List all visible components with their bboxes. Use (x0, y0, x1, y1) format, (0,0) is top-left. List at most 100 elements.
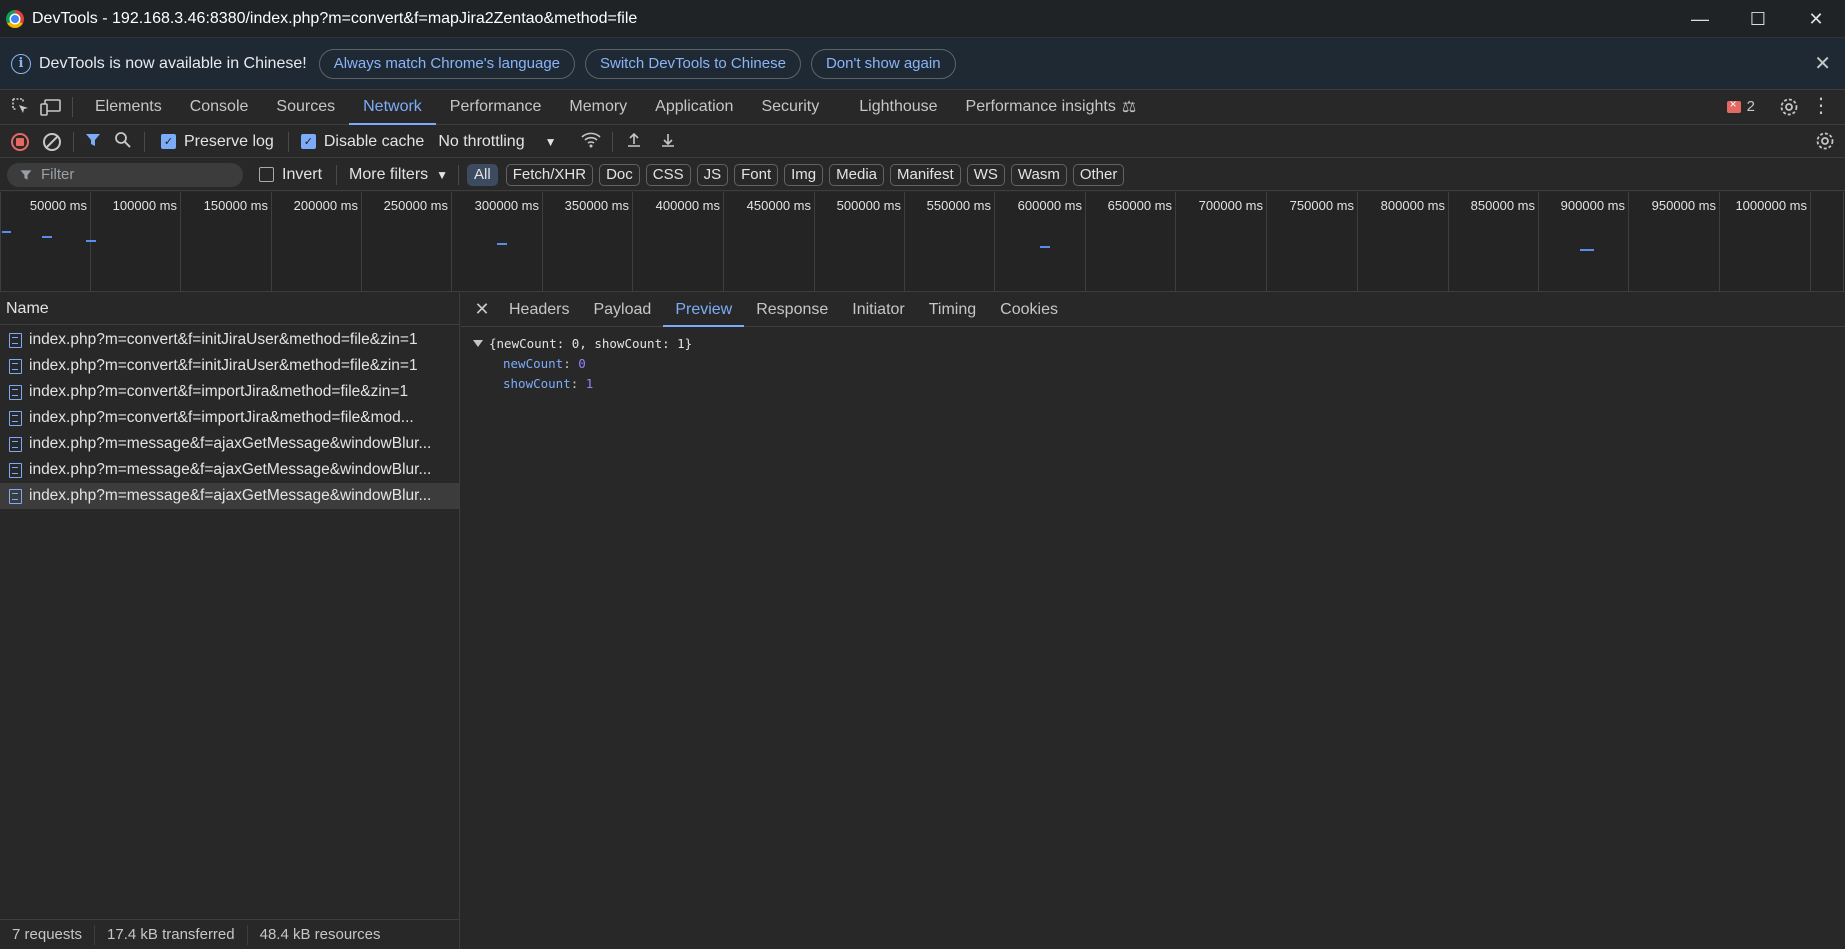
document-icon (9, 410, 22, 426)
chip-other[interactable]: Other (1072, 163, 1125, 186)
tab-memory[interactable]: Memory (555, 90, 641, 125)
maximize-icon[interactable]: ☐ (1729, 0, 1787, 38)
json-colon: : (570, 375, 586, 391)
tick-label: 350000 ms (564, 198, 629, 213)
filter-funnel-icon[interactable] (84, 131, 102, 153)
export-har-icon[interactable] (659, 131, 677, 153)
json-root-node[interactable]: {newCount: 0, showCount: 1} (461, 333, 1845, 353)
chip-doc[interactable]: Doc (599, 163, 640, 186)
request-bar (42, 236, 52, 238)
tab-performance-insights[interactable]: Performance insights ⚖ (952, 90, 1151, 125)
clear-icon[interactable] (43, 132, 61, 151)
request-row[interactable]: index.php?m=message&f=ajaxGetMessage&win… (0, 431, 459, 457)
chip-img[interactable]: Img (784, 163, 824, 186)
match-language-button[interactable]: Always match Chrome's language (318, 48, 576, 79)
filter-input[interactable]: Filter (7, 162, 243, 187)
tab-timing[interactable]: Timing (917, 293, 988, 327)
chip-wasm[interactable]: Wasm (1010, 163, 1067, 186)
request-row[interactable]: index.php?m=convert&f=importJira&method=… (0, 405, 459, 431)
request-name: index.php?m=message&f=ajaxGetMessage&win… (29, 435, 432, 452)
tab-response[interactable]: Response (744, 293, 840, 327)
stop-recording-icon[interactable] (11, 132, 29, 151)
timeline-overview[interactable]: 50000 ms 100000 ms 150000 ms 200000 ms 2… (0, 192, 1845, 292)
resources-size: 48.4 kB resources (259, 926, 381, 943)
search-icon[interactable] (114, 131, 132, 153)
request-name: index.php?m=message&f=ajaxGetMessage&win… (29, 487, 432, 504)
chip-js[interactable]: JS (696, 163, 729, 186)
tab-console[interactable]: Console (176, 90, 263, 125)
disable-cache-checkbox[interactable]: ✓ Disable cache (300, 132, 425, 151)
tab-cookies[interactable]: Cookies (988, 293, 1070, 327)
invert-checkbox[interactable]: Invert (259, 166, 322, 184)
close-detail-icon[interactable]: ✕ (467, 293, 497, 327)
throttling-select[interactable]: No throttling ▼ (438, 133, 556, 151)
switch-chinese-button[interactable]: Switch DevTools to Chinese (585, 48, 801, 79)
network-settings-gear-icon[interactable] (1815, 131, 1835, 155)
tick-label: 750000 ms (1289, 198, 1354, 213)
tab-lighthouse[interactable]: Lighthouse (845, 90, 951, 125)
chevron-down-icon: ▼ (544, 134, 557, 149)
device-toolbar-icon[interactable] (38, 94, 64, 120)
chip-ws[interactable]: WS (966, 163, 1005, 186)
filter-icon (20, 169, 32, 180)
toolbar-divider (144, 131, 145, 152)
more-filters-dropdown[interactable]: More filters ▼ (349, 166, 448, 184)
tab-preview[interactable]: Preview (663, 293, 745, 327)
name-column-header[interactable]: Name (0, 293, 459, 325)
json-key: showCount (503, 375, 571, 391)
tab-performance[interactable]: Performance (436, 90, 556, 125)
json-preview: {newCount: 0, showCount: 1} newCount: 0 … (461, 327, 1845, 393)
transferred-size: 17.4 kB transferred (95, 924, 248, 945)
chip-media[interactable]: Media (829, 163, 884, 186)
network-summary-bar: 7 requests 17.4 kB transferred 48.4 kB r… (0, 919, 459, 949)
network-conditions-icon[interactable] (580, 131, 602, 153)
request-row[interactable]: index.php?m=convert&f=initJiraUser&metho… (0, 353, 459, 379)
tab-network[interactable]: Network (349, 90, 436, 125)
error-counter[interactable]: 2 (1726, 97, 1755, 115)
document-icon (9, 462, 22, 478)
request-row-selected[interactable]: index.php?m=message&f=ajaxGetMessage&win… (0, 483, 459, 509)
tab-elements[interactable]: Elements (81, 90, 176, 125)
request-bar (497, 243, 507, 245)
tab-application[interactable]: Application (641, 90, 747, 125)
chip-font[interactable]: Font (734, 163, 779, 186)
tab-payload[interactable]: Payload (581, 293, 663, 327)
inspect-element-icon[interactable] (8, 94, 34, 120)
tab-security[interactable]: Security (747, 90, 833, 125)
tick-label: 100000 ms (112, 198, 177, 213)
tick-label: 850000 ms (1470, 198, 1535, 213)
minimize-icon[interactable]: — (1671, 0, 1729, 38)
tick-label: 200000 ms (293, 198, 358, 213)
import-har-icon[interactable] (625, 131, 643, 153)
request-row[interactable]: index.php?m=message&f=ajaxGetMessage&win… (0, 457, 459, 483)
infobar-message: DevTools is now available in Chinese! (39, 54, 307, 72)
settings-gear-icon[interactable] (1779, 97, 1799, 121)
request-bar (1580, 249, 1594, 251)
tick-label: 400000 ms (655, 198, 720, 213)
request-row[interactable]: index.php?m=convert&f=importJira&method=… (0, 379, 459, 405)
chip-manifest[interactable]: Manifest (890, 163, 961, 186)
checkbox-unchecked-icon (259, 167, 274, 182)
chip-all[interactable]: All (467, 163, 498, 186)
chip-fetch-xhr[interactable]: Fetch/XHR (505, 163, 594, 186)
more-options-icon[interactable]: ⋮ (1811, 96, 1831, 116)
toolbar-divider (73, 131, 74, 152)
error-icon (1726, 97, 1741, 113)
tab-headers[interactable]: Headers (497, 293, 581, 327)
tab-initiator[interactable]: Initiator (840, 293, 916, 327)
request-row[interactable]: index.php?m=convert&f=initJiraUser&metho… (0, 327, 459, 353)
tick-label: 1000000 ms (1735, 198, 1807, 213)
info-icon: i (11, 53, 31, 74)
close-icon[interactable]: ✕ (1787, 0, 1845, 38)
tab-sources[interactable]: Sources (262, 90, 349, 125)
chip-css[interactable]: CSS (645, 163, 691, 186)
request-count: 7 requests (0, 924, 96, 945)
infobar-close-icon[interactable]: ✕ (1814, 51, 1831, 76)
preserve-log-checkbox[interactable]: ✓ Preserve log (161, 133, 274, 151)
tick-label: 800000 ms (1380, 198, 1445, 213)
json-key: newCount (503, 355, 564, 371)
disable-cache-label: Disable cache (323, 132, 425, 150)
document-icon (9, 332, 22, 348)
caret-down-icon[interactable] (473, 339, 483, 347)
dont-show-again-button[interactable]: Don't show again (810, 48, 956, 79)
